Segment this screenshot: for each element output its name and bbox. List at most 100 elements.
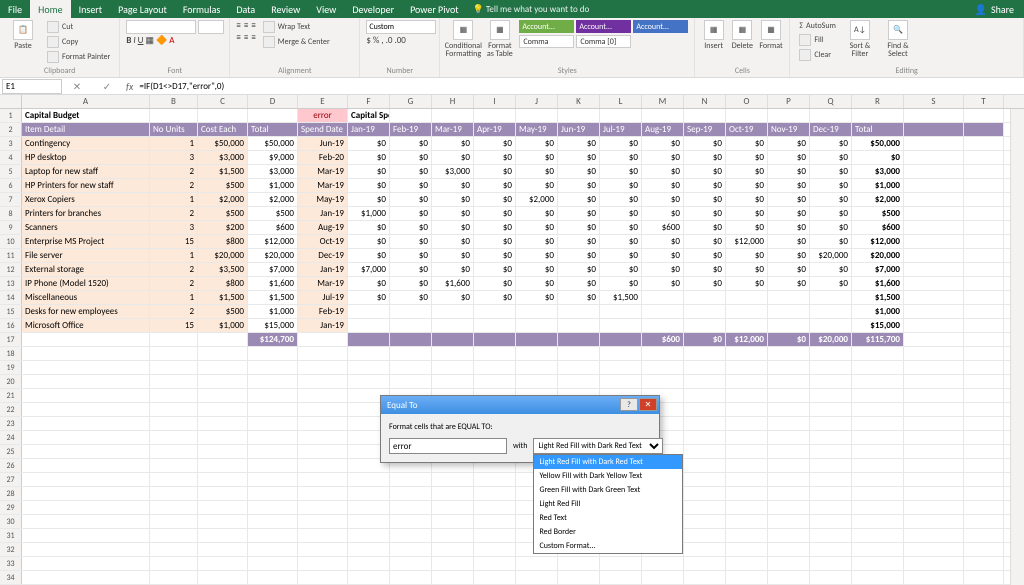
cell[interactable]: Sep-19 bbox=[684, 123, 726, 136]
cell[interactable]: $200 bbox=[198, 221, 248, 234]
cell[interactable]: $600 bbox=[642, 333, 684, 346]
column-header[interactable]: S bbox=[904, 95, 964, 108]
cell[interactable] bbox=[810, 501, 852, 514]
cell[interactable] bbox=[964, 361, 1004, 374]
cell[interactable]: HP desktop bbox=[22, 151, 150, 164]
cell[interactable]: Miscellaneous bbox=[22, 291, 150, 304]
cell[interactable] bbox=[964, 557, 1004, 570]
cell[interactable] bbox=[964, 319, 1004, 332]
cell[interactable] bbox=[348, 487, 390, 500]
cell[interactable] bbox=[768, 557, 810, 570]
cell[interactable] bbox=[600, 571, 642, 584]
row-header[interactable]: 19 bbox=[0, 361, 22, 374]
row-header[interactable]: 23 bbox=[0, 417, 22, 430]
column-header[interactable]: H bbox=[432, 95, 474, 108]
cell[interactable] bbox=[684, 417, 726, 430]
cell[interactable]: Mar-19 bbox=[432, 123, 474, 136]
tab-insert[interactable]: Insert bbox=[71, 0, 111, 18]
cell[interactable]: $0 bbox=[810, 151, 852, 164]
row-header[interactable]: 2 bbox=[0, 123, 22, 136]
cell-style-swatch[interactable]: Comma bbox=[519, 35, 574, 48]
cell[interactable] bbox=[516, 571, 558, 584]
cell[interactable]: $0 bbox=[432, 263, 474, 276]
font-size-combo[interactable] bbox=[198, 20, 224, 34]
cell[interactable]: $0 bbox=[558, 207, 600, 220]
vertical-scrollbar[interactable] bbox=[1010, 109, 1024, 585]
cell[interactable]: $3,000 bbox=[198, 151, 248, 164]
cell[interactable] bbox=[810, 361, 852, 374]
cell[interactable]: $0 bbox=[474, 277, 516, 290]
cell[interactable]: $50,000 bbox=[852, 137, 904, 150]
cell[interactable] bbox=[474, 361, 516, 374]
row-header[interactable]: 21 bbox=[0, 389, 22, 402]
cell[interactable] bbox=[248, 515, 298, 528]
inc-decimal-icon[interactable]: .0 bbox=[386, 35, 393, 46]
row-header[interactable]: 16 bbox=[0, 319, 22, 332]
cell[interactable] bbox=[904, 571, 964, 584]
row-header[interactable]: 4 bbox=[0, 151, 22, 164]
cell[interactable]: $0 bbox=[432, 137, 474, 150]
cell[interactable] bbox=[726, 557, 768, 570]
cell[interactable]: $0 bbox=[390, 207, 432, 220]
tab-file[interactable]: File bbox=[0, 0, 30, 18]
cell[interactable]: Mar-19 bbox=[298, 165, 348, 178]
cell[interactable] bbox=[474, 487, 516, 500]
cell[interactable]: $0 bbox=[726, 277, 768, 290]
cell[interactable] bbox=[432, 361, 474, 374]
cell[interactable] bbox=[904, 529, 964, 542]
cell[interactable]: $1,500 bbox=[248, 291, 298, 304]
cell[interactable] bbox=[22, 361, 150, 374]
cell[interactable] bbox=[904, 179, 964, 192]
column-header[interactable]: D bbox=[248, 95, 298, 108]
cell[interactable] bbox=[432, 305, 474, 318]
cell[interactable]: $0 bbox=[810, 207, 852, 220]
cell[interactable]: $0 bbox=[726, 151, 768, 164]
cell[interactable]: No Units bbox=[150, 123, 198, 136]
cell[interactable]: Feb-20 bbox=[298, 151, 348, 164]
cell[interactable]: $0 bbox=[768, 221, 810, 234]
row-header[interactable]: 17 bbox=[0, 333, 22, 346]
cell[interactable]: $0 bbox=[768, 235, 810, 248]
cell[interactable] bbox=[558, 347, 600, 360]
cell[interactable]: $0 bbox=[558, 277, 600, 290]
cell[interactable] bbox=[150, 417, 198, 430]
cell[interactable] bbox=[150, 487, 198, 500]
cell[interactable] bbox=[852, 347, 904, 360]
cell[interactable]: Aug-19 bbox=[642, 123, 684, 136]
cell[interactable] bbox=[726, 291, 768, 304]
underline-button[interactable]: U bbox=[138, 35, 144, 46]
cell[interactable]: $0 bbox=[810, 221, 852, 234]
cell[interactable] bbox=[390, 571, 432, 584]
cell[interactable]: Total bbox=[248, 123, 298, 136]
cell[interactable]: $0 bbox=[474, 221, 516, 234]
cell[interactable]: $0 bbox=[726, 165, 768, 178]
row-header[interactable]: 26 bbox=[0, 459, 22, 472]
cell[interactable] bbox=[964, 207, 1004, 220]
cell[interactable] bbox=[150, 109, 198, 122]
bold-button[interactable]: B bbox=[126, 35, 131, 46]
cell[interactable]: $0 bbox=[348, 137, 390, 150]
cell[interactable]: $0 bbox=[432, 235, 474, 248]
cell[interactable] bbox=[432, 319, 474, 332]
cell[interactable] bbox=[684, 375, 726, 388]
cell[interactable] bbox=[150, 473, 198, 486]
cell[interactable]: $0 bbox=[432, 179, 474, 192]
cell[interactable] bbox=[964, 333, 1004, 346]
cell[interactable]: $0 bbox=[810, 235, 852, 248]
cell[interactable]: $1,500 bbox=[198, 291, 248, 304]
tab-view[interactable]: View bbox=[308, 0, 344, 18]
cell[interactable] bbox=[432, 501, 474, 514]
dropdown-option[interactable]: Light Red Fill bbox=[534, 497, 682, 511]
cell[interactable]: $0 bbox=[432, 151, 474, 164]
cell[interactable] bbox=[768, 319, 810, 332]
tab-formulas[interactable]: Formulas bbox=[175, 0, 228, 18]
cell[interactable] bbox=[348, 473, 390, 486]
cell[interactable] bbox=[558, 305, 600, 318]
cell[interactable] bbox=[852, 543, 904, 556]
column-header[interactable]: O bbox=[726, 95, 768, 108]
cell[interactable]: Jan-19 bbox=[298, 263, 348, 276]
cell[interactable] bbox=[642, 109, 684, 122]
cell[interactable] bbox=[150, 501, 198, 514]
cell[interactable]: Printers for branches bbox=[22, 207, 150, 220]
cell[interactable] bbox=[684, 431, 726, 444]
